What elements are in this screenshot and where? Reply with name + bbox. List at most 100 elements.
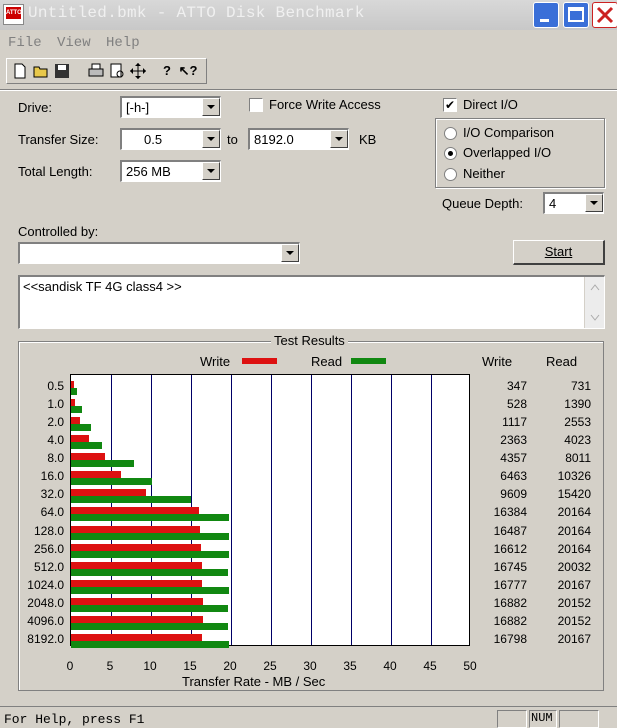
read-bar bbox=[71, 604, 229, 612]
description-scrollbar[interactable] bbox=[584, 277, 604, 328]
io-comparison-radio[interactable] bbox=[444, 127, 457, 140]
new-icon[interactable] bbox=[10, 61, 30, 81]
drive-select[interactable]: [-h-] bbox=[120, 96, 221, 118]
write-bar bbox=[71, 579, 203, 587]
status-num-indicator: NUM bbox=[529, 710, 557, 728]
grid-line bbox=[351, 375, 352, 645]
write-value: 16745 bbox=[493, 559, 527, 574]
close-button[interactable] bbox=[592, 2, 617, 28]
transfer-size-from-value: 0.5 bbox=[144, 132, 163, 147]
total-length-select[interactable]: 256 MB bbox=[120, 160, 221, 182]
status-help-text: For Help, press F1 bbox=[4, 712, 145, 727]
x-tick-label: 20 bbox=[223, 659, 237, 673]
move-icon[interactable] bbox=[128, 61, 148, 81]
transfer-size-from-select[interactable]: 0.5 bbox=[120, 128, 221, 150]
write-bar bbox=[71, 471, 122, 479]
write-value: 9609 bbox=[500, 487, 527, 502]
transfer-size-to-value: 8192.0 bbox=[254, 132, 294, 147]
chevron-down-icon[interactable] bbox=[330, 130, 348, 148]
read-value: 20167 bbox=[557, 577, 591, 592]
write-value: 16798 bbox=[493, 631, 527, 646]
save-icon[interactable] bbox=[52, 61, 72, 81]
transfer-size-label: Transfer Size: bbox=[18, 132, 99, 147]
total-length-label: Total Length: bbox=[18, 164, 93, 179]
write-bar bbox=[71, 489, 147, 497]
kb-label: KB bbox=[359, 132, 377, 147]
read-value: 20032 bbox=[557, 559, 591, 574]
read-value: 10326 bbox=[557, 469, 591, 484]
x-tick-label: 45 bbox=[423, 659, 437, 673]
controlled-by-select[interactable] bbox=[18, 242, 300, 264]
open-icon[interactable] bbox=[31, 61, 51, 81]
read-value: 20152 bbox=[557, 613, 591, 628]
status-pane-empty bbox=[497, 710, 527, 728]
y-tick-label: 1024.0 bbox=[27, 577, 64, 592]
read-bar bbox=[71, 550, 229, 558]
read-legend-label: Read bbox=[311, 354, 343, 369]
chevron-down-icon[interactable] bbox=[202, 98, 220, 116]
write-value: 1117 bbox=[502, 415, 527, 430]
print-icon[interactable] bbox=[86, 61, 106, 81]
chevron-down-icon[interactable] bbox=[585, 194, 603, 212]
context-help-icon[interactable]: ↖? bbox=[178, 61, 198, 81]
transfer-size-to-select[interactable]: 8192.0 bbox=[248, 128, 349, 150]
grid-line bbox=[271, 375, 272, 645]
write-value: 16882 bbox=[493, 595, 527, 610]
grid-line bbox=[311, 375, 312, 645]
menu-help[interactable]: Help bbox=[106, 35, 140, 51]
menu-view[interactable]: View bbox=[57, 35, 91, 51]
overlapped-io-radio[interactable] bbox=[444, 147, 457, 160]
app-icon-label: ATTO bbox=[6, 7, 22, 19]
read-value: 15420 bbox=[557, 487, 591, 502]
neither-label[interactable]: Neither bbox=[463, 166, 505, 181]
force-write-checkbox[interactable] bbox=[249, 98, 263, 112]
read-bar bbox=[71, 460, 134, 468]
queue-depth-label: Queue Depth: bbox=[442, 196, 523, 211]
write-bar bbox=[71, 543, 201, 551]
y-tick-label: 2048.0 bbox=[27, 595, 64, 610]
description-textarea[interactable]: <<sandisk TF 4G class4 >> bbox=[18, 275, 605, 329]
toolbar: ? ↖? bbox=[6, 58, 207, 84]
direct-io-checkbox[interactable]: ✔ bbox=[443, 98, 457, 112]
write-bar bbox=[71, 453, 106, 461]
start-button-label: Start bbox=[544, 244, 573, 259]
grid-line bbox=[431, 375, 432, 645]
start-button[interactable]: Start bbox=[513, 240, 605, 265]
app-icon[interactable]: ATTO bbox=[3, 4, 24, 25]
read-legend-swatch bbox=[351, 358, 386, 364]
queue-depth-select[interactable]: 4 bbox=[543, 192, 604, 214]
x-tick-label: 30 bbox=[303, 659, 317, 673]
chevron-down-icon[interactable] bbox=[281, 244, 299, 262]
overlapped-io-label[interactable]: Overlapped I/O bbox=[463, 145, 551, 160]
x-tick-label: 40 bbox=[383, 659, 397, 673]
queue-depth-value: 4 bbox=[549, 196, 557, 211]
minimize-button[interactable] bbox=[533, 2, 559, 28]
neither-radio[interactable] bbox=[444, 168, 457, 181]
io-comparison-label[interactable]: I/O Comparison bbox=[463, 125, 554, 140]
read-bar bbox=[71, 478, 152, 486]
write-bar bbox=[71, 507, 199, 515]
read-value: 20152 bbox=[557, 595, 591, 610]
y-tick-label: 256.0 bbox=[33, 541, 64, 556]
chevron-down-icon[interactable] bbox=[202, 130, 220, 148]
y-tick-label: 4.0 bbox=[47, 433, 64, 448]
status-pane-scroll bbox=[559, 710, 599, 728]
write-value: 6463 bbox=[500, 469, 527, 484]
x-tick-label: 0 bbox=[66, 659, 74, 673]
force-write-label[interactable]: Force Write Access bbox=[269, 97, 381, 112]
controlled-by-label: Controlled by: bbox=[18, 224, 99, 239]
y-tick-label: 0.5 bbox=[47, 379, 64, 393]
read-value: 20164 bbox=[557, 523, 591, 538]
description-text: <<sandisk TF 4G class4 >> bbox=[23, 279, 182, 294]
help-icon[interactable]: ? bbox=[157, 61, 177, 81]
read-value: 8011 bbox=[565, 451, 591, 466]
menu-file[interactable]: File bbox=[8, 35, 42, 51]
direct-io-label[interactable]: Direct I/O bbox=[463, 97, 518, 112]
chevron-down-icon[interactable] bbox=[202, 162, 220, 180]
print-preview-icon[interactable] bbox=[107, 61, 127, 81]
maximize-button[interactable] bbox=[563, 2, 589, 28]
scroll-arrows-icon bbox=[590, 284, 600, 321]
read-value: 1390 bbox=[564, 397, 591, 412]
read-bar bbox=[71, 406, 82, 414]
read-bar bbox=[71, 586, 229, 594]
